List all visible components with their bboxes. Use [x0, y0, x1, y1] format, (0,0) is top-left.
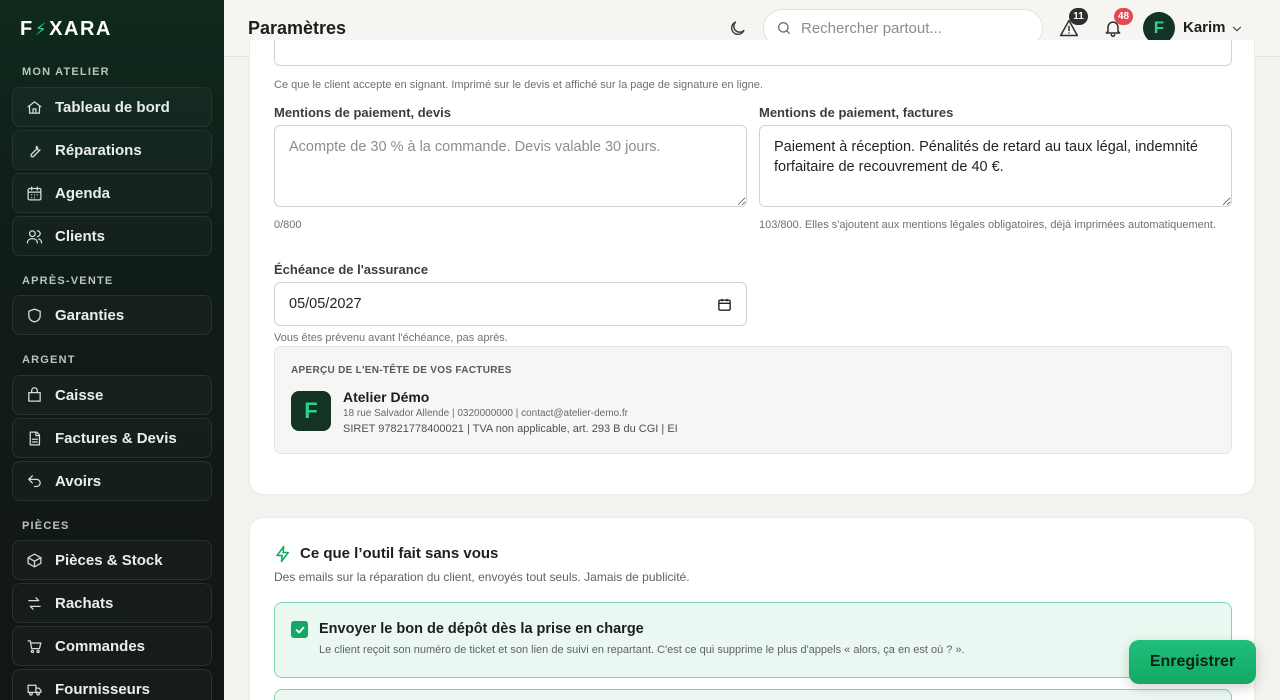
option-next[interactable]	[274, 689, 1232, 700]
option-deposit-slip[interactable]: Envoyer le bon de dépôt dès la prise en …	[274, 602, 1232, 678]
user-name[interactable]: Karim	[1183, 19, 1226, 36]
invoice-payment-textarea[interactable]: Paiement à réception. Pénalités de retar…	[759, 125, 1232, 207]
register-icon	[28, 386, 41, 402]
insurance-hint: Vous êtes prévenu avant l'échéance, pas …	[274, 332, 508, 344]
section-label-pieces: PIÈCES	[22, 520, 70, 532]
users-icon	[26, 229, 43, 244]
shield-icon	[28, 307, 41, 323]
sidebar-item-garanties[interactable]: Garanties	[12, 295, 212, 335]
check-icon	[295, 626, 304, 633]
option-title: Envoyer le bon de dépôt dès la prise en …	[319, 621, 644, 637]
alerts-badge: 11	[1069, 8, 1088, 25]
undo-icon	[28, 474, 41, 487]
sidebar-item-clients[interactable]: Clients	[12, 216, 212, 256]
sidebar-item-tableau-de-bord[interactable]: Tableau de bord	[12, 87, 212, 127]
section-label-argent: ARGENT	[22, 354, 76, 366]
notifications-badge: 48	[1114, 8, 1134, 25]
section-label-apres-vente: APRÈS-VENTE	[22, 275, 114, 287]
insurance-label: Échéance de l'assurance	[274, 262, 429, 277]
invoice-payment-counter: 103/800. Elles s'ajoutent aux mentions l…	[759, 219, 1217, 231]
document-icon	[29, 430, 41, 446]
automation-title: Ce que l’outil fait sans vous	[300, 545, 499, 562]
sidebar-item-pieces-stock[interactable]: Pièces & Stock	[12, 540, 212, 580]
sidebar-item-agenda[interactable]: Agenda	[12, 173, 212, 213]
swap-icon	[28, 596, 41, 610]
page-title: Paramètres	[248, 18, 347, 38]
automation-subtitle: Des emails sur la réparation du client, …	[274, 570, 690, 584]
cart-icon	[27, 639, 42, 653]
section-label-mon-atelier: MON ATELIER	[22, 66, 110, 78]
insurance-date-input[interactable]: 05/05/2027	[274, 282, 747, 326]
sidebar-item-avoirs[interactable]: Avoirs	[12, 461, 212, 501]
signature-terms-hint: Ce que le client accepte en signant. Imp…	[274, 79, 763, 91]
sidebar-item-reparations[interactable]: Réparations	[12, 130, 212, 170]
invoice-header-preview: APERÇU DE L'EN-TÊTE DE VOS FACTURES F At…	[274, 346, 1232, 454]
wrench-icon	[30, 145, 41, 157]
moon-icon[interactable]	[728, 19, 747, 38]
invoice-payment-label: Mentions de paiement, factures	[759, 105, 954, 120]
automation-card: Ce que l’outil fait sans vous Des emails…	[249, 517, 1255, 700]
calendar-icon	[27, 185, 42, 201]
home-icon	[27, 100, 42, 114]
truck-icon	[27, 684, 42, 696]
sidebar-item-factures-devis[interactable]: Factures & Devis	[12, 418, 212, 458]
option-description: Le client reçoit son numéro de ticket et…	[319, 644, 965, 656]
bolt-icon: ⚡	[34, 19, 49, 39]
app-logo[interactable]: F ⚡ XARA	[20, 18, 112, 41]
sidebar-item-fournisseurs[interactable]: Fournisseurs	[12, 669, 212, 700]
company-legal: SIRET 97821778400021 | TVA non applicabl…	[343, 423, 678, 435]
lightning-icon	[276, 545, 289, 563]
company-logo: F	[291, 391, 331, 431]
quote-payment-counter: 0/800	[274, 219, 302, 231]
box-icon	[27, 552, 42, 568]
sidebar-item-commandes[interactable]: Commandes	[12, 626, 212, 666]
signature-terms-textarea-edge[interactable]	[274, 40, 1232, 66]
quote-payment-textarea[interactable]	[274, 125, 747, 207]
chevron-down-icon[interactable]	[1230, 22, 1244, 36]
sidebar-item-rachats[interactable]: Rachats	[12, 583, 212, 623]
search-input[interactable]	[801, 19, 1021, 37]
company-contact: 18 rue Salvador Allende | 0320000000 | c…	[343, 408, 628, 419]
sidebar-item-caisse[interactable]: Caisse	[12, 375, 212, 415]
save-button[interactable]: Enregistrer	[1129, 640, 1256, 684]
invoice-settings-card: Ce que le client accepte en signant. Imp…	[249, 40, 1255, 495]
search-icon	[778, 22, 790, 34]
company-name: Atelier Démo	[343, 389, 430, 405]
quote-payment-label: Mentions de paiement, devis	[274, 105, 451, 120]
calendar-icon[interactable]	[717, 297, 732, 312]
deposit-slip-checkbox[interactable]	[291, 621, 308, 638]
sidebar: F ⚡ XARA MON ATELIER Tableau de bord Répar…	[0, 0, 224, 700]
insurance-date-value: 05/05/2027	[289, 296, 362, 312]
preview-title: APERÇU DE L'EN-TÊTE DE VOS FACTURES	[291, 365, 512, 376]
